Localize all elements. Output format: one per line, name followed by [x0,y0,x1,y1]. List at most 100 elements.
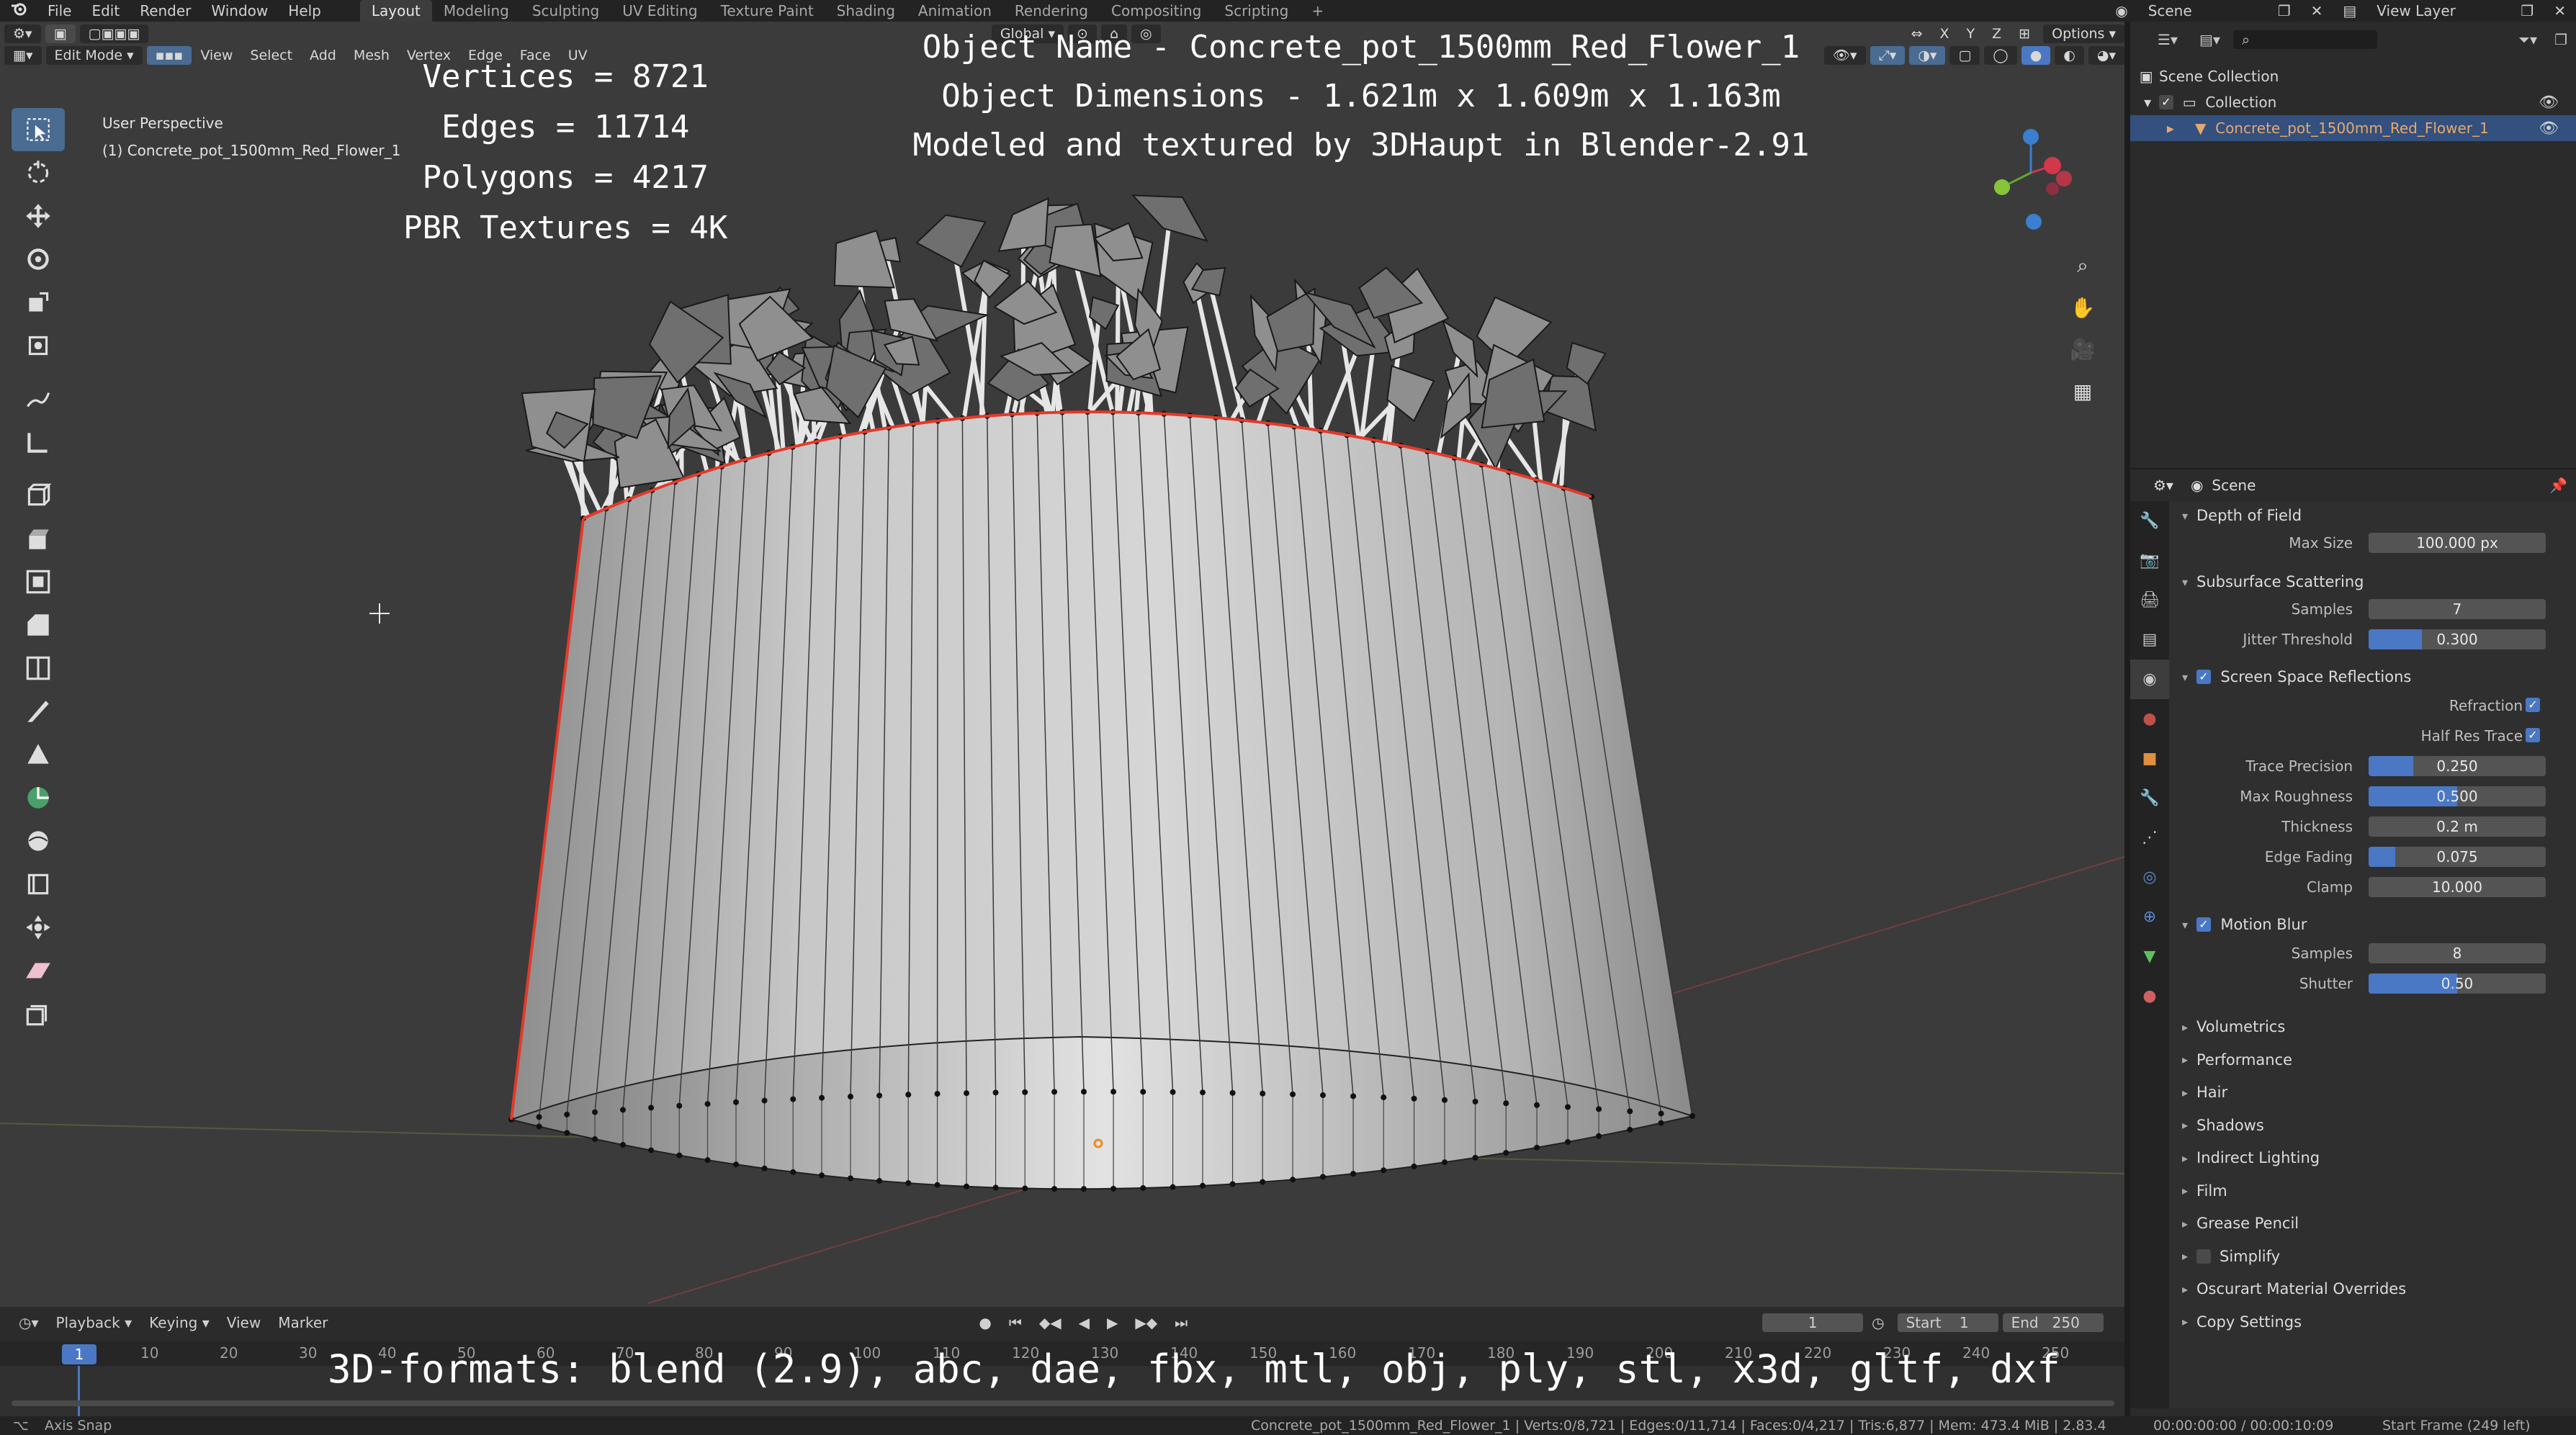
playhead-line[interactable] [78,1366,80,1416]
panel-copy-settings[interactable]: ▸ Copy Settings [2169,1309,2576,1335]
measure-tool-icon[interactable] [12,420,65,464]
panel-depth-of-field[interactable]: ▾ Depth of Field [2169,503,2576,528]
annotate-tool-icon[interactable] [12,377,65,420]
motion-blur-checkbox[interactable]: ✓ [2196,917,2211,932]
record-icon[interactable]: ● [970,1314,1000,1331]
panel-indirect-lighting[interactable]: ▸ Indirect Lighting [2169,1145,2576,1171]
sss-samples-field[interactable]: 7 [2369,599,2546,619]
next-keyframe-icon[interactable]: ▶◆ [1126,1314,1166,1331]
filter-icon[interactable]: ⏷▾ [2510,31,2546,48]
menu-edit[interactable]: Edit [81,0,130,22]
editor-type-icon[interactable]: ⚙▾ [4,24,41,43]
menu-add[interactable]: Add [301,48,345,63]
zoom-icon[interactable]: ⌕ [2063,245,2103,287]
half-res-checkbox[interactable]: ✓ [2526,728,2540,742]
outliner-row-collection[interactable]: ▾ ✓ ▭ Collection 👁 [2130,89,2576,115]
menu-select[interactable]: Select [241,48,301,63]
panel-shadows[interactable]: ▸ Shadows [2169,1112,2576,1138]
menu-file[interactable]: File [37,0,81,22]
tab-scripting[interactable]: Scripting [1213,0,1300,22]
inset-tool-icon[interactable] [12,560,65,603]
panel-volumetrics[interactable]: ▸ Volumetrics [2169,1014,2576,1040]
current-frame-field[interactable]: 1 [1762,1313,1864,1332]
panel-motion-blur[interactable]: ▾ ✓ Motion Blur [2169,912,2576,937]
tab-shading[interactable]: Shading [825,0,907,22]
vertex-edge-face-toggle[interactable]: ▪▪▪ [146,46,192,65]
shading-material-icon[interactable]: ◐ [2055,46,2084,65]
rotate-tool-icon[interactable] [12,238,65,281]
menu-mesh[interactable]: Mesh [345,48,398,63]
menu-view[interactable]: View [192,48,241,63]
tab-modeling[interactable]: Modeling [432,0,521,22]
new-collection-icon[interactable]: ❐ [2546,31,2576,48]
constraints-tab-icon[interactable]: ⊕ [2130,897,2169,937]
view-layer-icon[interactable]: ▤ [2333,0,2366,22]
3d-cursor-icon[interactable] [369,603,390,624]
marker-menu[interactable]: Marker [269,1314,336,1331]
outliner-editor-type-icon[interactable]: ☰▾ [2149,30,2186,49]
display-mode-icon[interactable]: ▤▾ [2190,30,2229,49]
thickness-field[interactable]: 0.2 m [2369,817,2546,837]
loop-cut-tool-icon[interactable] [12,647,65,690]
edge-slide-tool-icon[interactable] [12,863,65,906]
cursor-tool-icon[interactable] [12,151,65,194]
scale-tool-icon[interactable] [12,281,65,324]
data-tab-icon[interactable]: ▼ [2130,937,2169,976]
gizmo-y[interactable] [2056,171,2072,186]
properties-editor[interactable]: ⚙▾ ◉ Scene 📌 🔧 📷 🖨 ▤ ◉ ● ■ 🔧 ⋰ ◎ ⊕ ▼ ● ▾… [2130,469,2576,1416]
mirror-y-button[interactable]: Y [1958,26,1984,42]
tab-rendering[interactable]: Rendering [1003,0,1100,22]
particles-tab-icon[interactable]: ⋰ [2130,818,2169,858]
gizmo-x[interactable] [2044,157,2061,174]
panel-performance[interactable]: ▸ Performance [2169,1047,2576,1073]
keying-menu[interactable]: Keying ▾ [140,1314,218,1331]
world-tab-icon[interactable]: ● [2130,699,2169,739]
tool-tab-icon[interactable]: 🔧 [2130,501,2169,541]
outliner-row-scene-collection[interactable]: ▣ Scene Collection [2130,63,2576,89]
scene-selector[interactable]: Scene [2138,0,2268,22]
tab-layout[interactable]: Layout [359,0,432,22]
timeline-view-menu[interactable]: View [218,1314,269,1331]
select-tool-icon[interactable]: ▣ [45,24,76,43]
expand-arrow-icon[interactable]: ▸ [2130,120,2195,137]
mirror-x-button[interactable]: X [1931,26,1958,42]
close-scene-icon[interactable]: ✕ [2301,0,2333,22]
gizmo-z-top[interactable] [2023,129,2039,145]
clamp-field[interactable]: 10.000 [2369,877,2546,897]
tab-uv-editing[interactable]: UV Editing [611,0,709,22]
max-roughness-slider[interactable]: 0.500 [2369,786,2546,806]
shear-tool-icon[interactable] [12,949,65,992]
menu-help[interactable]: Help [278,0,331,22]
bevel-tool-icon[interactable] [12,603,65,647]
scene-tab-icon[interactable]: ◉ [2130,660,2169,699]
smooth-tool-icon[interactable] [12,819,65,863]
gizmo-neg-x[interactable] [2046,182,2059,195]
tab-texture-paint[interactable]: Texture Paint [709,0,825,22]
navigation-gizmo[interactable] [1973,108,2088,245]
overlay-toggle-icon[interactable]: ◑▾ [1909,46,1946,65]
modifier-tab-icon[interactable]: 🔧 [2130,778,2169,818]
gizmo-toggle-icon[interactable]: ⤢▾ [1870,46,1906,65]
timeline-editor-type-icon[interactable]: ◷▾ [10,1313,48,1332]
eye-icon[interactable]: 👁 [2539,94,2559,112]
jump-start-icon[interactable]: ⏮ [1000,1314,1031,1331]
refraction-checkbox[interactable]: ✓ [2526,698,2540,712]
edge-fading-slider[interactable]: 0.075 [2369,847,2546,867]
end-frame-field[interactable]: End 250 [2002,1313,2104,1332]
outliner-search-field[interactable]: ⌕ [2232,30,2377,49]
mirror-z-button[interactable]: Z [1983,26,2010,42]
view-layer-selector[interactable]: View Layer [2366,0,2510,22]
timeline-scrollbar[interactable] [12,1400,2114,1406]
render-tab-icon[interactable]: 📷 [2130,541,2169,580]
max-size-field[interactable]: 100.000 px [2369,533,2546,553]
collection-checkbox[interactable]: ✓ [2159,95,2173,109]
gizmo-neg-y[interactable] [1994,179,2010,195]
panel-film[interactable]: ▸ Film [2169,1178,2576,1204]
properties-editor-type-icon[interactable]: ⚙▾ [2145,476,2182,495]
knife-tool-icon[interactable] [12,690,65,733]
trace-precision-slider[interactable]: 0.250 [2369,756,2546,776]
add-cube-tool-icon[interactable] [12,474,65,517]
physics-tab-icon[interactable]: ◎ [2130,858,2169,897]
playback-menu[interactable]: Playback ▾ [48,1314,141,1331]
play-reverse-icon[interactable]: ◀ [1070,1314,1098,1331]
